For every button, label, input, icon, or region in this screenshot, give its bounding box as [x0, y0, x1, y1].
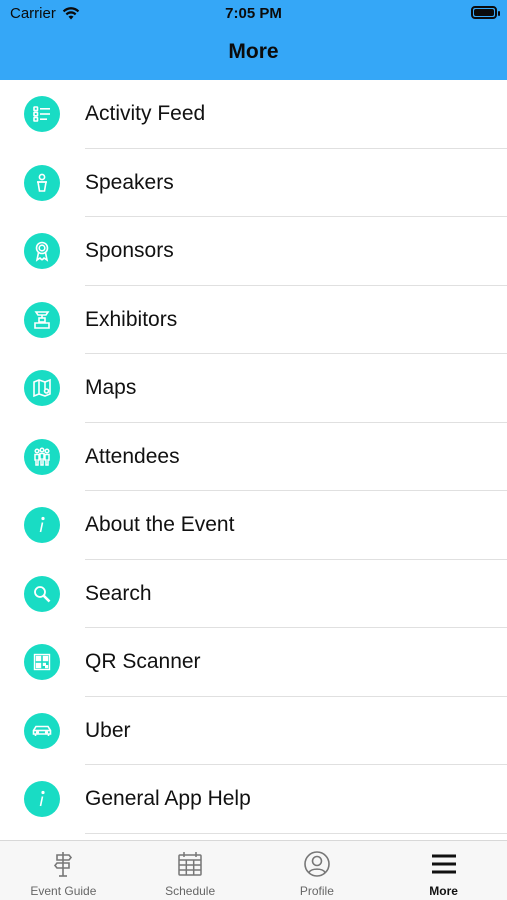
more-menu-list: Activity Feed Speakers Sponsors Exhibito…: [0, 80, 507, 834]
tab-profile[interactable]: Profile: [254, 841, 381, 900]
speaker-podium-icon: [24, 164, 60, 201]
menu-item-general-app-help[interactable]: General App Help: [0, 765, 507, 834]
menu-item-label: Sponsors: [85, 239, 174, 263]
page-title: More: [228, 40, 279, 63]
tab-label: Profile: [299, 884, 334, 898]
menu-item-label: QR Scanner: [85, 650, 201, 674]
battery-icon: [471, 6, 500, 19]
signpost-icon: [54, 852, 73, 877]
divider: [85, 832, 507, 834]
profile-icon: [304, 851, 330, 877]
menu-item-label: Search: [85, 581, 152, 605]
menu-item-label: Activity Feed: [85, 102, 206, 126]
tab-schedule[interactable]: Schedule: [127, 841, 254, 900]
menu-item-label: Exhibitors: [85, 307, 178, 331]
help-info-icon: [24, 781, 60, 818]
ribbon-award-icon: [24, 233, 60, 270]
qr-code-icon: [24, 644, 60, 681]
menu-item-label: Uber: [85, 718, 131, 742]
menu-item-label: Maps: [85, 376, 137, 400]
tab-event-guide[interactable]: Event Guide: [0, 841, 127, 900]
hamburger-menu-icon: [431, 854, 456, 874]
menu-item-qr-scanner[interactable]: QR Scanner: [0, 628, 507, 697]
menu-item-speakers[interactable]: Speakers: [0, 149, 507, 217]
booth-icon: [24, 301, 60, 338]
menu-item-uber[interactable]: Uber: [0, 697, 507, 765]
menu-item-label: General App Help: [85, 787, 251, 811]
menu-item-label: Attendees: [85, 444, 180, 468]
tab-label: More: [429, 884, 458, 898]
tab-bar: Event Guide Schedule Profile More: [0, 840, 507, 900]
tab-more[interactable]: More: [380, 841, 507, 900]
status-bar: Carrier 7:05 PM: [0, 0, 507, 28]
calendar-icon: [178, 852, 202, 876]
tab-label: Event Guide: [30, 884, 97, 898]
status-time: 7:05 PM: [225, 5, 282, 22]
menu-item-about-event[interactable]: About the Event: [0, 491, 507, 560]
menu-item-sponsors[interactable]: Sponsors: [0, 217, 507, 286]
menu-item-activity-feed[interactable]: Activity Feed: [0, 80, 507, 149]
menu-item-label: Speakers: [85, 170, 174, 194]
menu-item-search[interactable]: Search: [0, 560, 507, 628]
people-icon: [24, 438, 60, 475]
header: Carrier 7:05 PM More: [0, 0, 507, 80]
search-icon: [24, 575, 60, 612]
menu-item-maps[interactable]: Maps: [0, 354, 507, 423]
map-icon: [24, 370, 60, 407]
menu-item-exhibitors[interactable]: Exhibitors: [0, 286, 507, 354]
list-icon: [24, 96, 60, 133]
info-icon: [24, 507, 60, 544]
tab-label: Schedule: [165, 884, 216, 898]
menu-item-label: About the Event: [85, 513, 235, 537]
car-icon: [24, 712, 60, 749]
menu-item-attendees[interactable]: Attendees: [0, 423, 507, 491]
